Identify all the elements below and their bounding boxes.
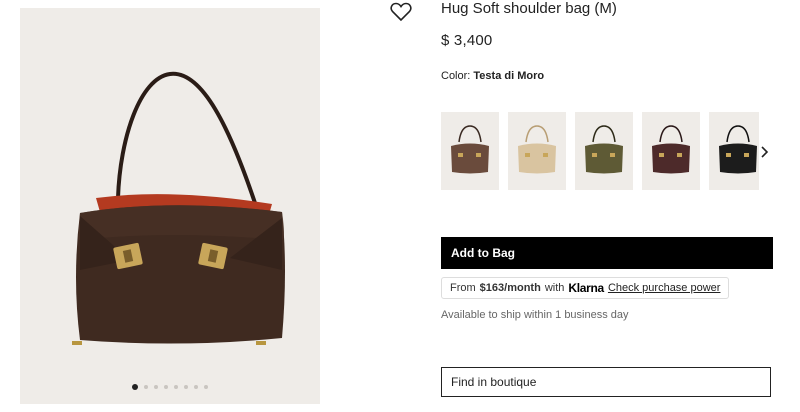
carousel-dot[interactable]	[194, 385, 198, 389]
color-selection: Color: Testa di Moro	[441, 70, 544, 82]
klarna-with: with	[544, 282, 565, 294]
klarna-banner: From $163/month with Klarna Check purcha…	[441, 277, 730, 299]
color-swatches	[441, 112, 759, 190]
product-title: Hug Soft shoulder bag (M)	[441, 0, 617, 17]
carousel-dot-active[interactable]	[132, 384, 138, 390]
wishlist-button[interactable]	[390, 2, 412, 22]
carousel-dots	[20, 384, 320, 390]
carousel-dot[interactable]	[174, 385, 178, 389]
shipping-info: Available to ship within 1 business day	[441, 309, 629, 321]
swatch-brown[interactable]	[441, 112, 499, 190]
find-in-boutique-button[interactable]: Find in boutique	[441, 367, 771, 397]
swatch-burgundy[interactable]	[642, 112, 700, 190]
klarna-logo: Klarna	[568, 281, 604, 295]
swatch-black[interactable]	[709, 112, 759, 190]
heart-icon	[390, 2, 412, 22]
add-to-bag-button[interactable]: Add to Bag	[441, 237, 773, 269]
carousel-dot[interactable]	[154, 385, 158, 389]
color-value: Testa di Moro	[473, 70, 545, 82]
klarna-amount: $163/month	[479, 282, 541, 294]
color-label: Color:	[441, 70, 471, 82]
swatch-olive[interactable]	[575, 112, 633, 190]
product-price: $ 3,400	[441, 32, 493, 49]
swatches-next-button[interactable]	[758, 144, 772, 160]
carousel-dot[interactable]	[184, 385, 188, 389]
product-image	[72, 71, 285, 345]
carousel-dot[interactable]	[144, 385, 148, 389]
swatch-beige[interactable]	[508, 112, 566, 190]
product-gallery[interactable]	[20, 8, 320, 404]
carousel-dot[interactable]	[204, 385, 208, 389]
check-purchase-power-link[interactable]: Check purchase power	[608, 282, 721, 294]
chevron-right-icon	[761, 146, 769, 158]
klarna-prefix: From	[450, 282, 476, 294]
carousel-dot[interactable]	[164, 385, 168, 389]
